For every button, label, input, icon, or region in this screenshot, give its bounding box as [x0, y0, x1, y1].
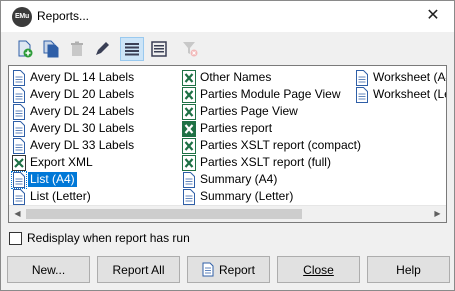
edit-report-button[interactable]: [90, 37, 114, 61]
scrollbar-thumb[interactable]: [26, 209, 302, 219]
document-report-icon: [12, 69, 26, 86]
report-item[interactable]: Parties XSLT report (full): [182, 154, 363, 171]
delete-report-button[interactable]: [65, 37, 89, 61]
report-item-label: Other Names: [200, 70, 272, 84]
copy-report-icon: [42, 40, 60, 58]
close-button-label: Close: [303, 262, 334, 277]
help-button[interactable]: Help: [367, 256, 450, 283]
reports-column-2: Other Names Parties Module Page View Parti…: [182, 69, 363, 205]
report-button-label: Report: [218, 262, 256, 277]
report-item-label: Parties XSLT report (compact): [200, 138, 361, 152]
redisplay-checkbox[interactable]: [9, 231, 22, 245]
excel-report-icon: [182, 103, 196, 120]
report-item[interactable]: Export XML: [12, 154, 136, 171]
edit-report-icon: [93, 40, 111, 58]
details-view-icon: [151, 41, 167, 57]
document-report-icon: [182, 188, 196, 205]
redisplay-label: Redisplay when report has run: [27, 231, 190, 245]
report-all-button[interactable]: Report All: [97, 256, 180, 283]
horizontal-scrollbar[interactable]: ◀ ▶: [9, 205, 446, 222]
report-item-label: List (A4): [28, 172, 77, 187]
report-item-label: Parties report: [200, 121, 273, 135]
reports-dialog: EMu Reports... ✕ Avery DL 14 Labels Aver…: [0, 0, 455, 291]
report-item[interactable]: Other Names: [182, 69, 363, 86]
list-view-icon: [124, 42, 140, 56]
report-item-label: Worksheet (Letter): [373, 87, 446, 101]
report-item[interactable]: Parties report: [182, 120, 363, 137]
xml-report-icon: [12, 154, 26, 171]
report-item[interactable]: Avery DL 24 Labels: [12, 103, 136, 120]
new-button-label: New...: [31, 262, 66, 277]
report-button[interactable]: Report: [187, 256, 270, 283]
reports-column-1: Avery DL 14 Labels Avery DL 20 Labels Aver…: [11, 69, 136, 205]
report-item-label: Summary (A4): [200, 172, 278, 186]
excel-report-icon: [182, 120, 196, 137]
copy-report-button[interactable]: [39, 37, 63, 61]
scroll-right-arrow[interactable]: ▶: [429, 206, 446, 222]
document-report-icon: [12, 120, 26, 137]
report-item[interactable]: List (Letter): [12, 188, 136, 205]
report-item-label: Avery DL 20 Labels: [30, 87, 135, 101]
window-title: Reports...: [37, 9, 90, 23]
report-item[interactable]: Avery DL 14 Labels: [12, 69, 136, 86]
report-item-label: Avery DL 30 Labels: [30, 121, 135, 135]
delete-report-icon: [68, 40, 86, 58]
excel-report-icon: [182, 137, 196, 154]
reports-list[interactable]: Avery DL 14 Labels Avery DL 20 Labels Aver…: [8, 65, 447, 223]
excel-report-icon: [182, 69, 196, 86]
document-report-icon: [355, 86, 369, 103]
reports-column-3: Worksheet (A4) Worksheet (Letter): [355, 69, 446, 103]
help-button-label: Help: [396, 262, 421, 277]
details-view-button[interactable]: [147, 37, 171, 61]
list-view-button[interactable]: [120, 37, 144, 61]
report-item-label: Avery DL 14 Labels: [30, 70, 135, 84]
add-report-button[interactable]: [13, 37, 37, 61]
report-item[interactable]: Avery DL 30 Labels: [12, 120, 136, 137]
filter-clear-icon: [181, 40, 199, 58]
new-button[interactable]: New...: [7, 256, 90, 283]
report-item-label: Parties Module Page View: [200, 87, 341, 101]
document-report-icon: [182, 171, 196, 188]
excel-report-icon: [182, 154, 196, 171]
report-item-label: Parties Page View: [200, 104, 298, 118]
redisplay-option[interactable]: Redisplay when report has run: [9, 231, 190, 245]
document-report-icon: [11, 170, 27, 189]
report-item-label: Avery DL 24 Labels: [30, 104, 135, 118]
add-report-icon: [16, 40, 34, 58]
report-item[interactable]: Worksheet (A4): [355, 69, 446, 86]
scroll-left-arrow[interactable]: ◀: [9, 206, 26, 222]
report-item[interactable]: Parties XSLT report (compact): [182, 137, 363, 154]
report-item[interactable]: Avery DL 20 Labels: [12, 86, 136, 103]
document-report-icon: [12, 103, 26, 120]
report-item[interactable]: Parties Page View: [182, 103, 363, 120]
report-item[interactable]: Avery DL 33 Labels: [12, 137, 136, 154]
report-icon: [202, 262, 214, 277]
report-item-label: Summary (Letter): [200, 189, 294, 203]
close-button[interactable]: Close: [277, 256, 360, 283]
report-all-button-label: Report All: [112, 262, 165, 277]
title-bar: EMu Reports... ✕: [1, 1, 454, 32]
report-item-label: Worksheet (A4): [373, 70, 446, 84]
report-item[interactable]: Summary (Letter): [182, 188, 363, 205]
report-item-label: Parties XSLT report (full): [200, 155, 331, 169]
document-report-icon: [12, 86, 26, 103]
document-report-icon: [12, 188, 26, 205]
report-item-label: List (Letter): [30, 189, 91, 203]
report-item[interactable]: Worksheet (Letter): [355, 86, 446, 103]
report-item[interactable]: List (A4): [11, 170, 136, 189]
report-item-label: Avery DL 33 Labels: [30, 138, 135, 152]
toolbar: [1, 32, 454, 66]
close-window-button[interactable]: ✕: [422, 5, 444, 27]
clear-filter-button[interactable]: [178, 37, 202, 61]
report-item[interactable]: Parties Module Page View: [182, 86, 363, 103]
document-report-icon: [355, 69, 369, 86]
report-item[interactable]: Summary (A4): [182, 171, 363, 188]
excel-report-icon: [182, 86, 196, 103]
emu-app-icon: EMu: [12, 7, 32, 27]
document-report-icon: [12, 137, 26, 154]
report-item-label: Export XML: [30, 155, 93, 169]
